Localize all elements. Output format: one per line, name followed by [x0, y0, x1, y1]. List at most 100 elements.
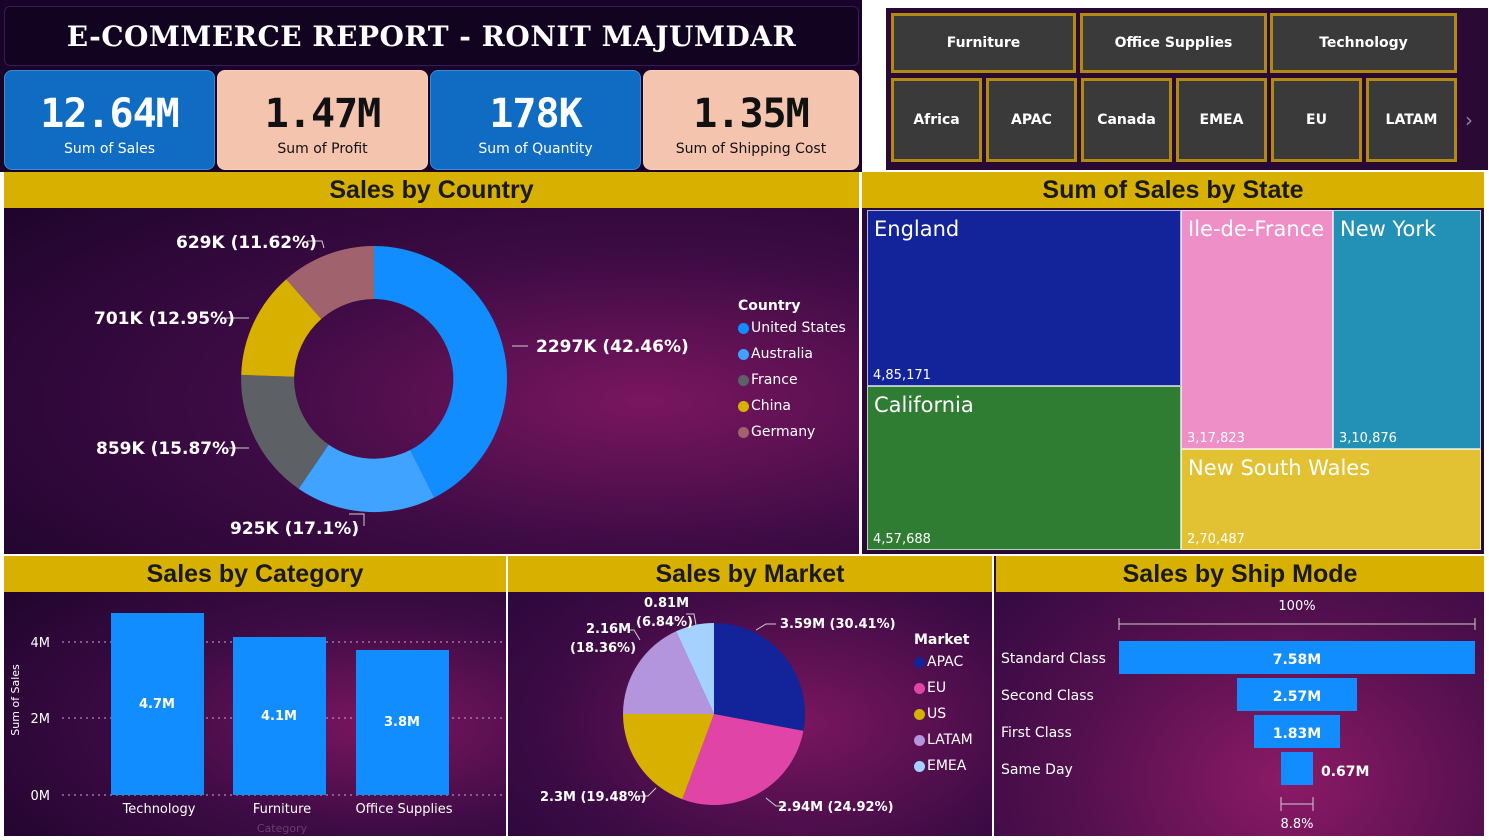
- category-bar-chart[interactable]: 4M 2M 0M Sum of Sales 4.7M 4.1M 3.8M Tec…: [4, 592, 506, 836]
- treemap-cell-england[interactable]: England 4,85,171: [867, 210, 1181, 386]
- kpi-value: 1.47M: [264, 91, 381, 137]
- pie-label-eu: 2.94M (24.92%): [778, 800, 894, 815]
- funnel-category-standard-class: Standard Class: [1001, 651, 1106, 667]
- legend-label: Australia: [751, 346, 813, 362]
- legend-item-us[interactable]: US: [914, 706, 973, 722]
- kpi-value: 178K: [489, 91, 582, 137]
- treemap-cell-value: 4,85,171: [873, 368, 931, 383]
- legend-dot: [914, 760, 925, 772]
- legend-title: Country: [738, 298, 801, 314]
- legend-dot: [914, 682, 925, 694]
- shipmode-funnel-chart[interactable]: 100% Standard Class Second Class First C…: [994, 592, 1484, 836]
- market-chart-header: Sales by Market: [508, 556, 992, 592]
- slicer-market-apac[interactable]: APAC: [986, 78, 1077, 162]
- x-tick-technology: Technology: [122, 802, 196, 817]
- y-tick-0m: 0M: [31, 789, 51, 804]
- legend-label: France: [751, 372, 798, 388]
- state-chart-header: Sum of Sales by State: [862, 172, 1484, 208]
- pie-label-latam-value: 2.16M: [586, 622, 631, 637]
- x-axis-label: Category: [257, 822, 308, 835]
- x-tick-furniture: Furniture: [253, 802, 311, 817]
- treemap-cell-value: 3,17,823: [1187, 431, 1245, 446]
- donut-label-united-states: 2297K (42.46%): [536, 337, 689, 357]
- country-chart-header: Sales by Country: [4, 172, 859, 208]
- legend-dot: [738, 426, 749, 438]
- legend-dot: [738, 348, 749, 360]
- category-chart-header: Sales by Category: [4, 556, 506, 592]
- legend-label: APAC: [927, 654, 964, 670]
- kpi-label: Sum of Shipping Cost: [675, 141, 827, 157]
- treemap-cell-value: 3,10,876: [1339, 431, 1397, 446]
- slicer-market-canada[interactable]: Canada: [1081, 78, 1172, 162]
- x-tick-office-supplies: Office Supplies: [355, 802, 452, 817]
- funnel-category-same-day: Same Day: [1001, 762, 1073, 778]
- y-tick-2m: 2M: [31, 712, 51, 727]
- treemap-cell-value: 2,70,487: [1187, 532, 1245, 547]
- pie-slice-apac[interactable]: [714, 623, 805, 731]
- pie-label-apac: 3.59M (30.41%): [780, 617, 896, 632]
- treemap-cell-name: Ile-de-France: [1188, 217, 1325, 241]
- pie-label-us: 2.3M (19.48%): [540, 790, 647, 805]
- kpi-value: 1.35M: [693, 91, 809, 137]
- legend-item-china[interactable]: China: [738, 398, 846, 414]
- legend-label: EMEA: [927, 758, 967, 774]
- legend-item-apac[interactable]: APAC: [914, 654, 973, 670]
- bar-label-office-supplies: 3.8M: [384, 715, 420, 730]
- legend-label: United States: [751, 320, 846, 336]
- country-legend: Country United States Australia France C…: [738, 298, 846, 440]
- funnel-value-second-class: 2.57M: [1273, 689, 1321, 705]
- legend-title: Market: [914, 632, 970, 648]
- funnel-value-same-day: 0.67M: [1321, 764, 1369, 780]
- kpi-label: Sum of Quantity: [478, 141, 593, 157]
- report-title: E-COMMERCE REPORT - RONIT MAJUMDAR: [66, 19, 797, 53]
- legend-item-france[interactable]: France: [738, 372, 846, 388]
- bar-label-technology: 4.7M: [139, 697, 175, 712]
- shipmode-chart-header: Sales by Ship Mode: [996, 556, 1484, 592]
- funnel-bar-same-day[interactable]: [1281, 752, 1313, 785]
- kpi-card-quantity[interactable]: 178K Sum of Quantity: [430, 70, 641, 170]
- slicer-category-technology[interactable]: Technology: [1270, 13, 1457, 73]
- legend-dot: [738, 400, 749, 412]
- donut-label-china: 701K (12.95%): [94, 309, 235, 329]
- treemap-cell-new-south-wales[interactable]: New South Wales 2,70,487: [1181, 449, 1481, 550]
- kpi-card-profit[interactable]: 1.47M Sum of Profit: [217, 70, 428, 170]
- legend-item-germany[interactable]: Germany: [738, 424, 846, 440]
- treemap-cell-california[interactable]: California 4,57,688: [867, 386, 1181, 550]
- funnel-top-percent: 100%: [1278, 599, 1315, 614]
- legend-dot: [914, 656, 925, 668]
- donut-label-germany: 629K (11.62%): [176, 233, 317, 253]
- slicer-market-latam[interactable]: LATAM: [1366, 78, 1457, 162]
- donut-label-australia: 925K (17.1%): [230, 519, 359, 539]
- slicer-market-africa[interactable]: Africa: [891, 78, 982, 162]
- chevron-right-icon[interactable]: ›: [1465, 108, 1473, 132]
- treemap-cell-name: New York: [1340, 217, 1437, 241]
- treemap-cell-new-york[interactable]: New York 3,10,876: [1333, 210, 1481, 449]
- treemap-cell-value: 4,57,688: [873, 532, 931, 547]
- legend-label: EU: [927, 680, 947, 696]
- legend-item-australia[interactable]: Australia: [738, 346, 846, 362]
- pie-label-emea-percent: (6.84%): [636, 615, 693, 630]
- legend-item-eu[interactable]: EU: [914, 680, 973, 696]
- bar-label-furniture: 4.1M: [261, 709, 297, 724]
- market-legend: Market APAC EU US LATAM EMEA: [914, 632, 973, 774]
- treemap-cell-name: California: [874, 393, 974, 417]
- kpi-card-sales[interactable]: 12.64M Sum of Sales: [4, 70, 215, 170]
- legend-item-latam[interactable]: LATAM: [914, 732, 973, 748]
- country-donut-chart[interactable]: 2297K (42.46%) 925K (17.1%) 859K (15.87%…: [4, 208, 859, 554]
- legend-label: China: [751, 398, 791, 414]
- slicer-market-emea[interactable]: EMEA: [1176, 78, 1267, 162]
- slicer-category-office-supplies[interactable]: Office Supplies: [1080, 13, 1267, 73]
- legend-label: LATAM: [927, 732, 973, 748]
- legend-item-emea[interactable]: EMEA: [914, 758, 973, 774]
- treemap-cell-ile-de-france[interactable]: Ile-de-France 3,17,823: [1181, 210, 1333, 449]
- funnel-value-first-class: 1.83M: [1273, 726, 1321, 742]
- leader-line-apac: [755, 623, 776, 631]
- funnel-value-standard-class: 7.58M: [1273, 652, 1321, 668]
- funnel-bottom-percent: 8.8%: [1280, 817, 1313, 832]
- pie-label-emea-value: 0.81M: [644, 596, 689, 611]
- legend-item-united-states[interactable]: United States: [738, 320, 846, 336]
- slicer-market-eu[interactable]: EU: [1271, 78, 1362, 162]
- kpi-value: 12.64M: [40, 91, 179, 137]
- kpi-card-shipping-cost[interactable]: 1.35M Sum of Shipping Cost: [643, 70, 859, 170]
- slicer-category-furniture[interactable]: Furniture: [891, 13, 1076, 73]
